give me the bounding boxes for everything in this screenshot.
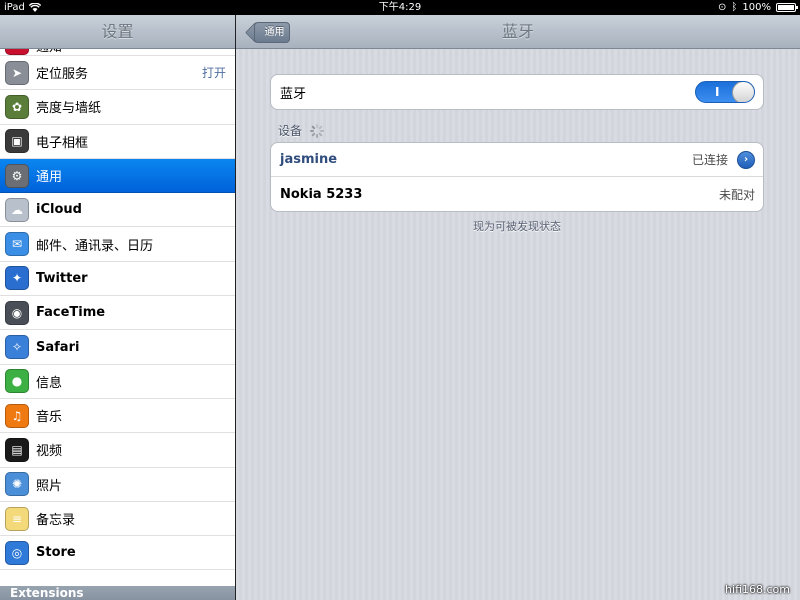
- sidebar-item-label: FaceTime: [36, 305, 106, 321]
- devices-group: jasmine 已连接 › Nokia 5233 未配对: [270, 142, 764, 212]
- sidebar-item[interactable]: ◉ FaceTime: [0, 296, 235, 331]
- toggle-knob[interactable]: [732, 82, 754, 102]
- sidebar-item[interactable]: ☁ iCloud: [0, 193, 235, 228]
- settings-sidebar: 设置 ● 通知 ➤ 定位服务 打开 ✿ 亮度与墙纸 ▣ 电子相框 ⚙ 通用 ☁ iCloud ✉ 邮件、通讯…: [0, 15, 235, 600]
- sidebar-item-label: 通知: [36, 49, 62, 55]
- twitter-bird-icon: ✦: [5, 266, 29, 291]
- back-button[interactable]: 通用: [254, 22, 290, 43]
- sidebar-item[interactable]: ✿ 亮度与墙纸: [0, 90, 235, 125]
- sidebar-item[interactable]: ✺ 照片: [0, 467, 235, 502]
- mail-envelope-icon: ✉: [5, 232, 29, 257]
- sidebar-item-label: Store: [36, 545, 76, 561]
- sidebar-item-label: Twitter: [36, 270, 88, 286]
- notes-pad-icon: ≡: [5, 506, 29, 531]
- sidebar-item[interactable]: ⚙ 通用: [0, 158, 235, 194]
- device-row-nokia[interactable]: Nokia 5233 未配对: [271, 177, 763, 211]
- sidebar-item[interactable]: ◎ Store: [0, 536, 235, 571]
- sidebar-item[interactable]: ➤ 定位服务 打开: [0, 56, 235, 91]
- loading-spinner-icon: [310, 123, 325, 138]
- sidebar-item[interactable]: ♫ 音乐: [0, 398, 235, 434]
- sidebar-item[interactable]: ▣ 电子相框: [0, 124, 235, 159]
- music-note-icon: ♫: [5, 403, 29, 428]
- settings-list: ● 通知 ➤ 定位服务 打开 ✿ 亮度与墙纸 ▣ 电子相框 ⚙ 通用 ☁ iCloud ✉ 邮件、通讯录、日…: [0, 49, 235, 571]
- sidebar-item-label: Safari: [36, 339, 80, 355]
- device-name: Nokia 5233: [280, 186, 363, 202]
- gear-icon: ⚙: [5, 163, 29, 188]
- film-strip-icon: ▤: [5, 437, 29, 462]
- battery-percent: 100%: [742, 2, 771, 13]
- bluetooth-row: 蓝牙 I: [271, 75, 763, 109]
- sidebar-item-label: 定位服务: [36, 67, 89, 83]
- clock: 下午4:29: [378, 2, 422, 13]
- sidebar-item-label: 电子相框: [36, 135, 89, 151]
- device-row-jasmine[interactable]: jasmine 已连接 ›: [271, 143, 763, 177]
- sidebar-item-label: 视频: [36, 444, 63, 460]
- sidebar-item-label: 信息: [36, 375, 63, 391]
- sidebar-title: 设置: [0, 15, 235, 49]
- bluetooth-detail-pane: 通用 蓝牙 蓝牙 I 设备 jasmine 已连接 › Nokia 5233 未…: [236, 15, 800, 600]
- location-arrow-icon: ➤: [5, 60, 29, 85]
- sunflower-icon: ✺: [5, 472, 29, 497]
- sidebar-item-label: 亮度与墙纸: [36, 101, 102, 117]
- flower-wallpaper-icon: ✿: [5, 94, 29, 119]
- sidebar-section-extensions: Extensions: [0, 586, 235, 600]
- watermark: hifi168.com: [725, 583, 790, 596]
- devices-header: 设备: [278, 122, 325, 139]
- sidebar-item-label: 音乐: [36, 410, 63, 426]
- battery-icon: [776, 3, 798, 12]
- page-title: 蓝牙: [501, 22, 534, 41]
- picture-frame-icon: ▣: [5, 129, 29, 154]
- notifications-icon: ●: [5, 49, 29, 55]
- cloud-icon: ☁: [5, 197, 29, 222]
- sidebar-item-value: 打开: [201, 66, 226, 81]
- sidebar-item[interactable]: ✦ Twitter: [0, 261, 235, 297]
- sidebar-item-label: 备忘录: [36, 513, 76, 528]
- sidebar-item[interactable]: ● 信息: [0, 364, 235, 399]
- sidebar-item-label: 邮件、通讯录、日历: [36, 238, 154, 254]
- bluetooth-toggle-group: 蓝牙 I: [270, 74, 764, 110]
- sidebar-item-label: 通用: [36, 170, 63, 186]
- sidebar-item-label: iCloud: [36, 202, 82, 218]
- detail-navbar: 通用 蓝牙: [236, 15, 800, 49]
- devices-header-label: 设备: [278, 124, 303, 138]
- safari-compass-icon: ✧: [5, 335, 29, 360]
- sidebar-item[interactable]: ✉ 邮件、通讯录、日历: [0, 227, 235, 262]
- app-store-icon: ◎: [5, 540, 29, 565]
- discoverable-status: 现为可被发现状态: [473, 220, 561, 233]
- sidebar-item[interactable]: ✧ Safari: [0, 330, 235, 365]
- sidebar-item[interactable]: ● 通知: [0, 49, 235, 56]
- sidebar-item[interactable]: ≡ 备忘录: [0, 501, 235, 537]
- facetime-camera-icon: ◉: [5, 300, 29, 325]
- bluetooth-icon: ᛒ: [731, 2, 738, 13]
- messages-bubble-icon: ●: [5, 369, 29, 394]
- device-name: jasmine: [280, 152, 338, 167]
- device-status: 未配对: [718, 187, 755, 202]
- sidebar-item[interactable]: ▤ 视频: [0, 433, 235, 468]
- detail-disclosure-icon[interactable]: ›: [737, 151, 755, 169]
- status-bar: iPad 下午4:29 ⊙ ᛒ 100%: [0, 0, 800, 15]
- bluetooth-label: 蓝牙: [280, 86, 307, 102]
- device-status: 已连接: [691, 153, 728, 167]
- status-bar-right: ⊙ ᛒ 100%: [718, 0, 798, 15]
- bluetooth-toggle[interactable]: I: [695, 81, 755, 103]
- rotation-lock-icon: ⊙: [718, 2, 727, 13]
- sidebar-item-label: 照片: [36, 478, 63, 494]
- toggle-on-text: I: [715, 85, 720, 99]
